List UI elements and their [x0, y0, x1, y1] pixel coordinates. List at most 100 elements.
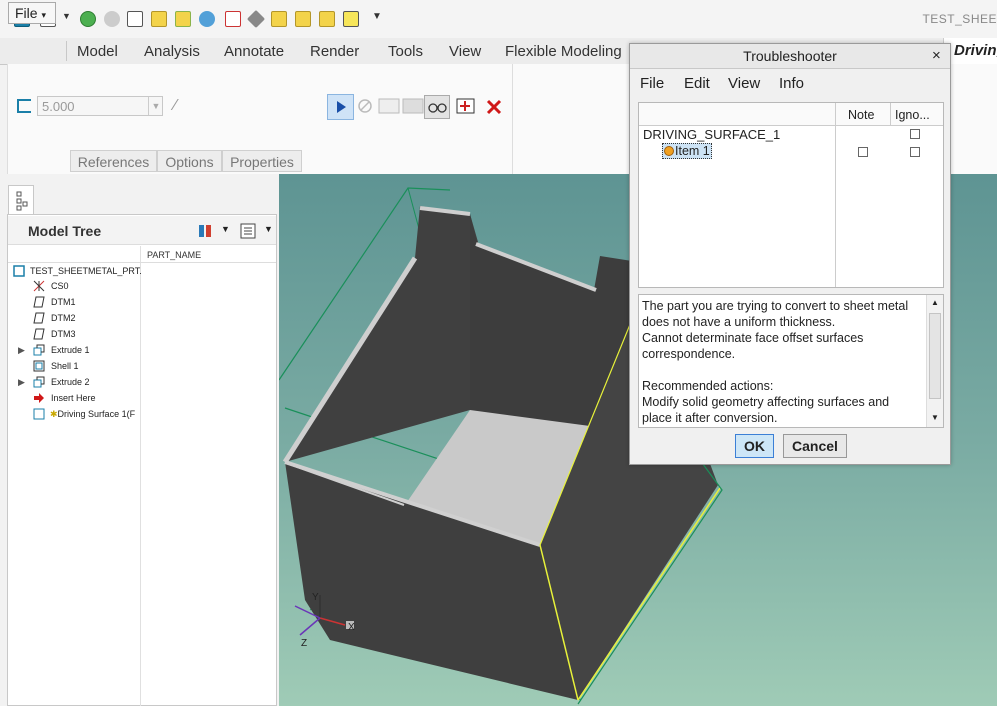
chevron-down-icon[interactable]: ▼ — [221, 224, 230, 234]
folder-icon[interactable] — [151, 11, 167, 27]
item-label: Item 1 — [675, 144, 710, 158]
menu-view[interactable]: View — [728, 75, 760, 92]
tree-item-extrude-2[interactable]: Extrude 2 — [51, 375, 90, 389]
pause-icon[interactable] — [357, 98, 373, 114]
tree-item-driving-surface[interactable]: ✱Driving Surface 1(F — [50, 407, 135, 421]
tab-properties[interactable]: Properties — [222, 150, 302, 172]
menu-file[interactable]: File — [640, 75, 664, 92]
component-icon[interactable] — [127, 11, 143, 27]
verify-icon[interactable] — [402, 97, 424, 115]
chevron-down-icon: ▾ — [41, 10, 46, 20]
header-divider — [8, 262, 276, 263]
message-line: Modify solid geometry affecting surfaces… — [642, 395, 890, 409]
thickness-icon — [17, 99, 31, 113]
part-icon — [13, 265, 25, 277]
menu-info[interactable]: Info — [779, 75, 804, 92]
flip-direction-icon[interactable]: ⁄ — [174, 97, 177, 115]
preview-icon[interactable] — [378, 97, 400, 115]
message-line: place it after conversion. — [642, 411, 778, 425]
message-line: The part you are trying to convert to sh… — [642, 299, 909, 313]
chevron-down-icon[interactable]: ▼ — [62, 11, 71, 27]
tab-file[interactable]: File ▾ — [8, 2, 56, 24]
issue-row-driving-surface[interactable]: DRIVING_SURFACE_1 — [643, 127, 780, 142]
message-line: correspondence. — [642, 347, 736, 361]
grid-divider — [890, 103, 891, 125]
folder-save-icon[interactable] — [295, 11, 311, 27]
circle-icon[interactable] — [104, 11, 120, 27]
tab-options[interactable]: Options — [157, 150, 222, 172]
glasses-toggle[interactable] — [424, 95, 450, 119]
model-tree-panel — [7, 214, 277, 706]
note-icon[interactable] — [343, 11, 359, 27]
expand-icon[interactable]: ▶ — [18, 345, 25, 356]
open-folder-icon[interactable] — [175, 11, 191, 27]
star-icon: ✱ — [50, 409, 58, 419]
diamond-icon[interactable] — [246, 9, 266, 29]
note-checkbox[interactable] — [858, 147, 868, 157]
tree-item-dtm2[interactable]: DTM2 — [51, 311, 76, 325]
tree-item-extrude-1[interactable]: Extrude 1 — [51, 343, 90, 357]
tab-driving-surface[interactable]: Driving — [943, 38, 997, 64]
close-window-icon[interactable] — [225, 11, 241, 27]
tree-item-label: Driving Surface 1(F — [57, 409, 136, 419]
datum-plane-icon — [33, 296, 45, 308]
tab-render[interactable]: Render — [310, 43, 359, 60]
apply-icon[interactable] — [456, 97, 476, 115]
tab-references[interactable]: References — [70, 150, 157, 172]
close-icon[interactable]: × — [932, 47, 941, 64]
tree-item-shell-1[interactable]: Shell 1 — [51, 359, 79, 373]
play-icon — [337, 101, 346, 113]
tree-item-cs0[interactable]: CS0 — [51, 279, 69, 293]
model-tree-title: Model Tree — [28, 223, 102, 239]
message-line: Cannot determinate face offset surfaces — [642, 331, 864, 345]
tree-item-part[interactable]: TEST_SHEETMETAL_PRT. — [30, 264, 142, 278]
cancel-feature-icon[interactable] — [485, 98, 503, 116]
ignore-checkbox[interactable] — [910, 129, 920, 139]
regenerate-icon[interactable] — [80, 11, 96, 27]
scroll-down-icon[interactable]: ▼ — [931, 413, 939, 422]
scrollbar[interactable]: ▲ ▼ — [926, 295, 943, 427]
scroll-up-icon[interactable]: ▲ — [931, 298, 939, 307]
window-title: TEST_SHEE — [922, 12, 997, 26]
tab-tools[interactable]: Tools — [388, 43, 423, 60]
show-icon[interactable] — [239, 222, 257, 240]
folder-up-icon[interactable] — [271, 11, 287, 27]
tab-model-tree[interactable] — [8, 185, 34, 215]
folder-arrow-icon[interactable] — [319, 11, 335, 27]
chevron-down-icon[interactable]: ▼ — [148, 97, 163, 115]
tree-item-insert-here[interactable]: Insert Here — [51, 391, 96, 405]
issue-row-item-1[interactable]: Item 1 — [662, 143, 712, 159]
extrude-icon — [33, 376, 45, 388]
settings-icon[interactable] — [196, 222, 214, 240]
tab-flexible-modeling[interactable]: Flexible Modeling — [505, 43, 622, 60]
message-line: does not have a uniform thickness. — [642, 315, 836, 329]
chevron-down-icon[interactable]: ▼ — [264, 224, 273, 234]
expand-icon[interactable]: ▶ — [18, 377, 25, 388]
surface-icon — [33, 408, 45, 420]
resume-button[interactable] — [327, 94, 354, 120]
scroll-thumb[interactable] — [929, 313, 941, 399]
tree-item-dtm3[interactable]: DTM3 — [51, 327, 76, 341]
menu-edit[interactable]: Edit — [684, 75, 710, 92]
tab-view[interactable]: View — [449, 43, 481, 60]
customize-chevron-icon[interactable]: ▼ — [372, 11, 382, 27]
ignore-checkbox[interactable] — [910, 147, 920, 157]
appearance-icon[interactable] — [199, 11, 215, 27]
cancel-button[interactable]: Cancel — [783, 434, 847, 458]
dialog-title-bar[interactable]: Troubleshooter — [630, 44, 950, 69]
column-divider — [140, 246, 141, 706]
tab-analysis[interactable]: Analysis — [144, 43, 200, 60]
ok-button[interactable]: OK — [735, 434, 774, 458]
tree-item-dtm1[interactable]: DTM1 — [51, 295, 76, 309]
tab-model[interactable]: Model — [77, 43, 118, 60]
tab-annotate[interactable]: Annotate — [224, 43, 284, 60]
column-ignore[interactable]: Igno... — [895, 108, 930, 122]
warning-icon — [664, 146, 674, 156]
triad-z-label: Z — [301, 638, 308, 649]
column-header-part-name[interactable]: PART_NAME — [147, 250, 201, 260]
model-tree-header: Model Tree ▼ ▼ — [8, 216, 276, 245]
insert-arrow-icon — [34, 393, 44, 403]
grid-divider — [835, 103, 836, 287]
column-note[interactable]: Note — [848, 108, 874, 122]
thickness-input[interactable]: 5.000 — [37, 96, 163, 116]
